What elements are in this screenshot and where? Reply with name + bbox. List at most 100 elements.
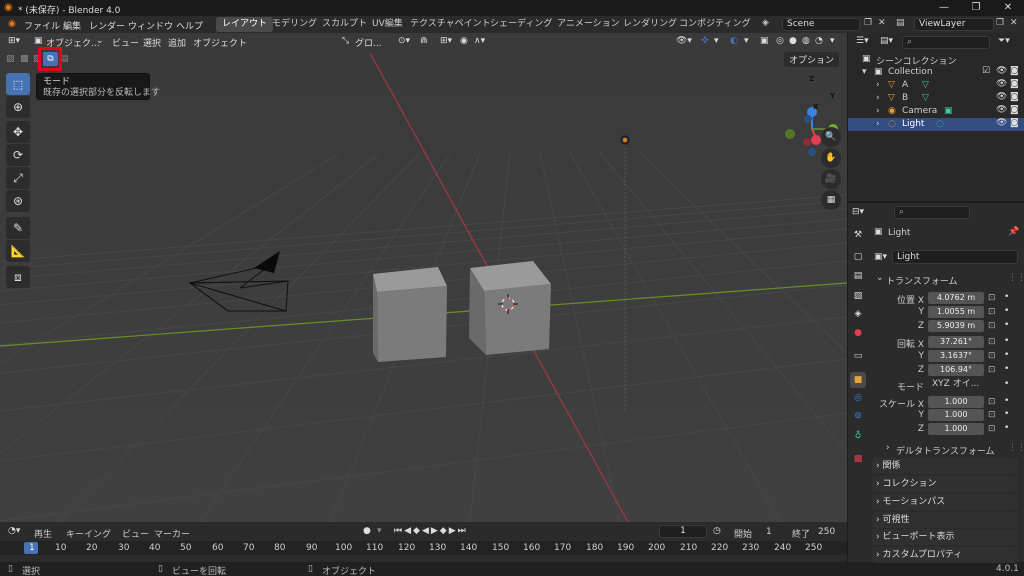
- location-z-field[interactable]: 5.9039 m: [928, 320, 984, 332]
- clock-icon[interactable]: ◷: [713, 526, 721, 536]
- tool-measure[interactable]: 📐: [6, 240, 30, 262]
- menu-help[interactable]: ヘルプ: [176, 19, 203, 32]
- eye-icon[interactable]: 👁: [996, 79, 1007, 89]
- render-camera-icon[interactable]: ◙: [1010, 79, 1019, 89]
- light-data-icon[interactable]: ◌: [936, 119, 944, 129]
- object-select-icon[interactable]: ▣▾: [874, 252, 887, 262]
- outliner-item-b[interactable]: › ▽ B ▽ 👁 ◙: [848, 92, 1024, 105]
- filter-icon[interactable]: ⏷▾: [998, 36, 1010, 46]
- delta-transform-panel[interactable]: デルタトランスフォーム: [896, 444, 995, 457]
- camera-data-icon[interactable]: ▣: [944, 106, 953, 116]
- snap-settings-icon[interactable]: ⊞▾: [440, 36, 452, 46]
- render-camera-icon[interactable]: ◙: [1010, 105, 1019, 115]
- select-box-mode-icon[interactable]: ▨: [6, 54, 15, 64]
- close-icon[interactable]: ✕: [988, 0, 1024, 16]
- keyframe-dot-icon[interactable]: •: [1004, 306, 1009, 316]
- menu-playback[interactable]: 再生: [34, 527, 52, 540]
- panel-relations[interactable]: › 関係: [872, 458, 1018, 474]
- tab-physics[interactable]: ◎: [850, 390, 866, 406]
- render-camera-icon[interactable]: ◙: [1010, 92, 1019, 102]
- tool-select-box[interactable]: ⬚: [6, 73, 30, 95]
- scene-icon[interactable]: ◈: [762, 18, 769, 28]
- shading-material-icon[interactable]: ◍: [802, 36, 810, 46]
- editor-type-icon[interactable]: ⊞▾: [8, 36, 20, 46]
- eye-icon[interactable]: 👁: [996, 92, 1007, 102]
- tool-scale[interactable]: ⤢: [6, 167, 30, 189]
- shading-rendered-icon[interactable]: ◔: [815, 36, 823, 46]
- perspective-toggle-button[interactable]: ▦: [821, 190, 841, 210]
- tool-rotate[interactable]: ⟳: [6, 144, 30, 166]
- eye-icon[interactable]: 👁: [996, 66, 1007, 76]
- rotation-y-field[interactable]: 3.1637°: [928, 350, 984, 362]
- tab-shading[interactable]: シェーディング: [484, 17, 558, 32]
- panel-chevron-icon[interactable]: ›: [886, 443, 890, 453]
- tab-object[interactable]: ■: [850, 372, 866, 388]
- menu-file[interactable]: ファイル: [24, 19, 60, 32]
- tool-add-cube[interactable]: ⧈: [6, 266, 30, 288]
- tab-texture-paint[interactable]: テクスチャペイント: [404, 17, 497, 32]
- pan-button[interactable]: ✋: [821, 148, 841, 168]
- mesh-data-icon[interactable]: ▽: [922, 93, 929, 103]
- new-scene-icon[interactable]: ❐: [864, 18, 872, 28]
- view-layer-field[interactable]: ViewLayer: [914, 18, 994, 31]
- tool-annotate[interactable]: ✎: [6, 217, 30, 239]
- panel-custom-properties[interactable]: › カスタムプロパティ: [872, 547, 1018, 563]
- object-name-field[interactable]: Light: [892, 250, 1018, 264]
- tab-sculpt[interactable]: スカルプト: [316, 17, 373, 32]
- xray-icon[interactable]: ▣: [760, 36, 769, 46]
- transform-panel-title[interactable]: トランスフォーム: [886, 274, 958, 287]
- checkbox-icon[interactable]: ☑: [982, 66, 990, 76]
- scene-name-field[interactable]: Scene: [782, 18, 860, 31]
- eye-icon[interactable]: 👁: [996, 105, 1007, 115]
- proportional-edit-icon[interactable]: ◉: [460, 36, 468, 46]
- zoom-button[interactable]: 🔍: [821, 127, 841, 147]
- delete-scene-icon[interactable]: ✕: [878, 18, 886, 28]
- menu-keying[interactable]: キーイング: [66, 527, 111, 540]
- outliner-item-camera[interactable]: › ◉ Camera ▣ 👁 ◙: [848, 105, 1024, 118]
- keyframe-dot-icon[interactable]: •: [1004, 320, 1009, 330]
- visibility-icon[interactable]: 👁▾: [676, 36, 692, 46]
- menu-select[interactable]: 選択: [143, 36, 161, 49]
- tab-scene[interactable]: ◈: [850, 306, 866, 322]
- keyframe-dot-icon[interactable]: •: [1004, 292, 1009, 302]
- rotation-x-field[interactable]: 37.261°: [928, 336, 984, 348]
- new-view-layer-icon[interactable]: ❐: [996, 18, 1004, 28]
- gizmo-settings-icon[interactable]: ▾: [714, 36, 719, 46]
- start-frame-value[interactable]: 1: [766, 527, 772, 537]
- pin-icon[interactable]: 📌: [1008, 227, 1019, 237]
- end-frame-value[interactable]: 250: [818, 527, 835, 537]
- lock-icon[interactable]: ⊡: [988, 337, 996, 347]
- menu-timeline-view[interactable]: ビュー: [122, 527, 149, 540]
- keyframe-dot-icon[interactable]: •: [1004, 364, 1009, 374]
- timeline-ruler[interactable]: 1 10 20 30 40 50 60 70 80 90 100 110 120…: [0, 541, 847, 555]
- cube-b[interactable]: [469, 261, 551, 355]
- lock-icon[interactable]: ⊡: [988, 365, 996, 375]
- 3d-viewport[interactable]: Z Y X ⊞▾ ▣ オブジェク... ⌄ ビュー 選択 追加 オブジェクト ⤡…: [0, 33, 847, 522]
- rotation-z-field[interactable]: 106.94°: [928, 364, 984, 376]
- tab-tool[interactable]: ⚒: [850, 227, 866, 243]
- tab-world[interactable]: ●: [850, 325, 866, 341]
- properties-editor-icon[interactable]: ⊟▾: [852, 207, 864, 217]
- menu-view[interactable]: ビュー: [112, 36, 139, 49]
- panel-chevron-icon[interactable]: ⌄: [876, 273, 884, 283]
- panel-collections[interactable]: › コレクション: [872, 476, 1018, 492]
- mesh-data-icon[interactable]: ▽: [922, 80, 929, 90]
- falloff-icon[interactable]: ∧▾: [474, 36, 485, 46]
- overlays-settings-icon[interactable]: ▾: [744, 36, 749, 46]
- tab-animation[interactable]: アニメーション: [551, 17, 626, 32]
- expand-chevron-icon[interactable]: ▾: [862, 67, 867, 77]
- pivot-point-icon[interactable]: ⊙▾: [398, 36, 410, 46]
- lock-icon[interactable]: ⊡: [988, 293, 996, 303]
- record-icon[interactable]: ●: [363, 526, 371, 536]
- eye-icon[interactable]: 👁: [996, 118, 1007, 128]
- tool-transform[interactable]: ⊛: [6, 190, 30, 212]
- menu-edit[interactable]: 編集: [63, 19, 81, 32]
- keyframe-dot-icon[interactable]: •: [1004, 423, 1009, 433]
- drag-handle-icon[interactable]: ⋮⋮: [1008, 443, 1024, 453]
- tab-object-data[interactable]: ♁: [850, 428, 866, 444]
- transform-orientation-dropdown[interactable]: グロ...: [355, 36, 382, 49]
- panel-viewport-display[interactable]: › ビューポート表示: [872, 529, 1018, 545]
- drag-handle-icon[interactable]: ⋮⋮: [1008, 273, 1024, 283]
- display-mode-icon[interactable]: ▤▾: [880, 36, 893, 46]
- outliner-item-light[interactable]: › ◌ Light ◌ 👁 ◙: [848, 118, 1024, 131]
